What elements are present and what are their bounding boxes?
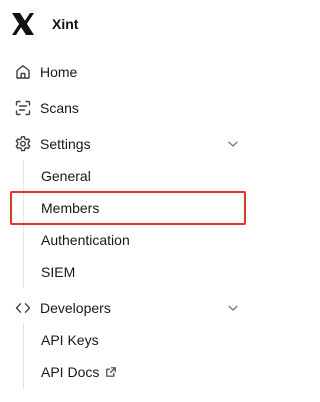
subnav-item-siem[interactable]: SIEM xyxy=(41,261,75,283)
scan-icon xyxy=(14,99,32,117)
subnav-item-api-keys[interactable]: API Keys xyxy=(41,329,99,351)
subnav-item-authentication[interactable]: Authentication xyxy=(41,229,130,251)
x-logo-icon xyxy=(10,11,36,37)
home-icon xyxy=(14,63,32,81)
sidebar-item-label: Scans xyxy=(40,100,79,116)
gear-icon xyxy=(14,135,32,153)
sidebar-item-scans[interactable]: Scans xyxy=(14,96,240,120)
chevron-down-icon[interactable] xyxy=(226,137,240,151)
sidebar-item-home[interactable]: Home xyxy=(14,60,240,84)
subnav-item-members[interactable]: Members xyxy=(41,197,99,219)
code-icon xyxy=(14,299,32,317)
subnav-divider xyxy=(23,160,24,288)
subnav-divider xyxy=(23,323,24,389)
sidebar-item-settings[interactable]: Settings xyxy=(14,132,240,156)
subnav-item-general[interactable]: General xyxy=(41,165,91,187)
brand[interactable]: Xint xyxy=(10,11,78,37)
sidebar-item-label: Settings xyxy=(40,136,91,152)
sidebar-item-label: Home xyxy=(40,64,78,80)
subnav-item-api-docs[interactable]: API Docs xyxy=(41,361,117,383)
brand-name: Xint xyxy=(52,16,79,32)
external-link-icon xyxy=(105,366,117,378)
sidebar-item-label: Developers xyxy=(40,300,111,316)
chevron-down-icon[interactable] xyxy=(226,301,240,315)
sidebar: Xint Home Scans Settings General Members… xyxy=(0,0,256,402)
sidebar-item-developers[interactable]: Developers xyxy=(14,296,240,320)
